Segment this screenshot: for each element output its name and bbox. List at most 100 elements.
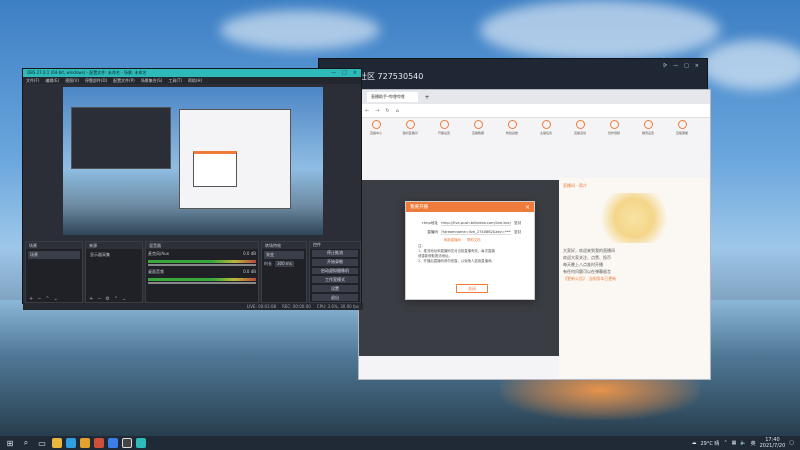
mixer-dock-header: 混音器 xyxy=(146,242,258,249)
add-icon[interactable]: + xyxy=(29,296,33,302)
scene-item[interactable]: 场景 xyxy=(28,251,80,259)
studio-mode-button[interactable]: 工作室模式 xyxy=(312,276,358,284)
qq-control-1[interactable]: — xyxy=(673,63,678,69)
obs-window[interactable]: OBS 27.0.1 (64-bit, windows) - 配置文件: 未命名… xyxy=(22,68,363,310)
feature-icon xyxy=(575,120,585,129)
feature-icon xyxy=(609,120,619,129)
feature-item[interactable]: 直播中心 xyxy=(369,120,383,150)
volume-slider[interactable] xyxy=(148,282,256,284)
chevron-up-icon[interactable]: ⌃ xyxy=(723,440,727,446)
weather-icon[interactable]: ☁ xyxy=(691,440,696,446)
up-icon[interactable]: ⌃ xyxy=(114,296,118,302)
reload-icon[interactable]: ↻ xyxy=(385,108,389,114)
stop-streaming-button[interactable]: 停止推流 xyxy=(312,249,358,257)
feature-item[interactable]: 创作激励 xyxy=(607,120,621,150)
feature-item[interactable]: 直播课堂 xyxy=(675,120,689,150)
duration-label: 时长 xyxy=(264,261,272,266)
feature-label: 直播课堂 xyxy=(675,131,688,135)
duration-input[interactable]: 300 ms xyxy=(275,261,294,267)
back-icon[interactable]: ← xyxy=(365,108,369,114)
start-recording-button[interactable]: 开始录制 xyxy=(312,258,358,266)
transitions-dock-header: 转场特效 xyxy=(262,242,306,249)
server-row: rtmp地址 rtmp://live-push.bilivideo.com/li… xyxy=(406,212,534,226)
feature-item[interactable]: 粉丝勋章 xyxy=(505,120,519,150)
refresh-key-link[interactable]: 刷新直播码 xyxy=(444,237,461,242)
qq-window[interactable]: 社区 727530540 ᐅ — □ × xyxy=(318,58,708,92)
transition-select[interactable]: 渐变 xyxy=(264,251,304,259)
new-tab-icon[interactable]: + xyxy=(424,94,429,101)
copy-server-button[interactable]: 复制 xyxy=(514,221,521,226)
controls-dock-header: 控件 xyxy=(310,242,360,249)
menu-profile[interactable]: 配置文件(P) xyxy=(113,78,135,84)
sources-dock-header: 来源 xyxy=(86,242,142,249)
weather-text[interactable]: 29°C 晴 xyxy=(700,440,719,447)
exit-button[interactable]: 退出 xyxy=(312,294,358,302)
feature-icon xyxy=(405,120,415,129)
home-icon[interactable]: ⌂ xyxy=(396,108,399,114)
help-link[interactable]: 帮助文档 xyxy=(467,237,481,242)
menu-docks[interactable]: 停靠部件(D) xyxy=(85,78,107,84)
feature-label: 开播设置 xyxy=(437,131,450,135)
forward-icon[interactable]: → xyxy=(375,108,379,114)
feature-item[interactable]: 直播活动 xyxy=(573,120,587,150)
ime-indicator[interactable]: 英 xyxy=(751,440,756,447)
modal-note-line: 2、开播后直播码请勿泄露，以免他人盗用直播间。 xyxy=(418,259,495,263)
mixer-track-db: 0.0 dB xyxy=(243,251,256,256)
feature-item[interactable]: 推流设置 xyxy=(641,120,655,150)
browser-tab[interactable]: 直播助手-哔哩哔哩 xyxy=(367,92,419,102)
clock[interactable]: 17:40 2021/7/20 xyxy=(760,437,786,449)
remove-icon[interactable]: − xyxy=(37,296,41,302)
maximize-icon[interactable]: □ xyxy=(342,70,347,76)
obs-preview-canvas[interactable] xyxy=(63,87,323,235)
volume-icon[interactable]: 🔈 xyxy=(740,440,746,446)
side-panel-line: 每天晚上八点准时开播 xyxy=(563,262,603,267)
menu-edit[interactable]: 编辑(E) xyxy=(45,78,59,84)
qq-control-3[interactable]: × xyxy=(695,63,699,69)
virtual-camera-button[interactable]: 启动虚拟摄像机 xyxy=(312,267,358,275)
gear-icon[interactable]: ⚙ xyxy=(105,296,109,302)
qq-control-0[interactable]: ᐅ xyxy=(663,63,667,69)
minimize-icon[interactable]: — xyxy=(331,70,336,76)
chrome-icon[interactable] xyxy=(80,438,90,448)
file-explorer-icon[interactable] xyxy=(52,438,62,448)
feature-item[interactable]: 主播任务 xyxy=(539,120,553,150)
feature-label: 粉丝勋章 xyxy=(505,131,518,135)
app-icon[interactable] xyxy=(94,438,104,448)
menu-help[interactable]: 帮助(H) xyxy=(188,78,202,84)
qq-control-2[interactable]: □ xyxy=(684,63,689,69)
search-icon[interactable]: ⌕ xyxy=(20,438,32,448)
task-view-icon[interactable]: ▭ xyxy=(36,438,48,448)
modal-close-button[interactable]: 关闭 xyxy=(456,284,488,293)
feature-icon xyxy=(439,120,449,129)
notification-icon[interactable]: ▢ xyxy=(789,440,794,446)
menu-file[interactable]: 文件(F) xyxy=(26,78,39,84)
mixer-track: 桌面音频 0.0 dB xyxy=(148,269,256,275)
feature-item[interactable]: 直播数据 xyxy=(471,120,485,150)
feature-item[interactable]: 开播设置 xyxy=(437,120,451,150)
obs-icon[interactable] xyxy=(122,438,132,448)
volume-slider[interactable] xyxy=(148,264,256,266)
windows-start-icon[interactable]: ⊞ xyxy=(4,438,16,448)
menu-tools[interactable]: 工具(T) xyxy=(168,78,182,84)
close-icon[interactable]: × xyxy=(353,70,357,76)
menu-scene-collection[interactable]: 场景集合(S) xyxy=(141,78,163,84)
scenes-dock-header: 场景 xyxy=(26,242,82,249)
feature-item[interactable]: 我的直播间 xyxy=(403,120,418,150)
settings-button[interactable]: 设置 xyxy=(312,285,358,293)
close-icon[interactable]: × xyxy=(525,204,534,211)
source-item[interactable]: 显示器采集 xyxy=(88,251,140,259)
network-icon[interactable]: ▦ xyxy=(732,440,737,446)
add-icon[interactable]: + xyxy=(89,296,93,302)
up-icon[interactable]: ⌃ xyxy=(45,296,49,302)
down-icon[interactable]: ⌄ xyxy=(122,296,126,302)
checkmark-app-icon[interactable] xyxy=(136,438,146,448)
qq-icon[interactable] xyxy=(108,438,118,448)
copy-key-button[interactable]: 复制 xyxy=(514,230,521,235)
menu-view[interactable]: 视图(V) xyxy=(65,78,79,84)
key-field[interactable]: ?streamname=live_2740862&key=****** xyxy=(441,229,511,235)
server-field[interactable]: rtmp://live-push.bilivideo.com/live-bvc/ xyxy=(441,220,511,226)
remove-icon[interactable]: − xyxy=(97,296,101,302)
edge-icon[interactable] xyxy=(66,438,76,448)
cloud xyxy=(220,10,380,50)
down-icon[interactable]: ⌄ xyxy=(54,296,58,302)
